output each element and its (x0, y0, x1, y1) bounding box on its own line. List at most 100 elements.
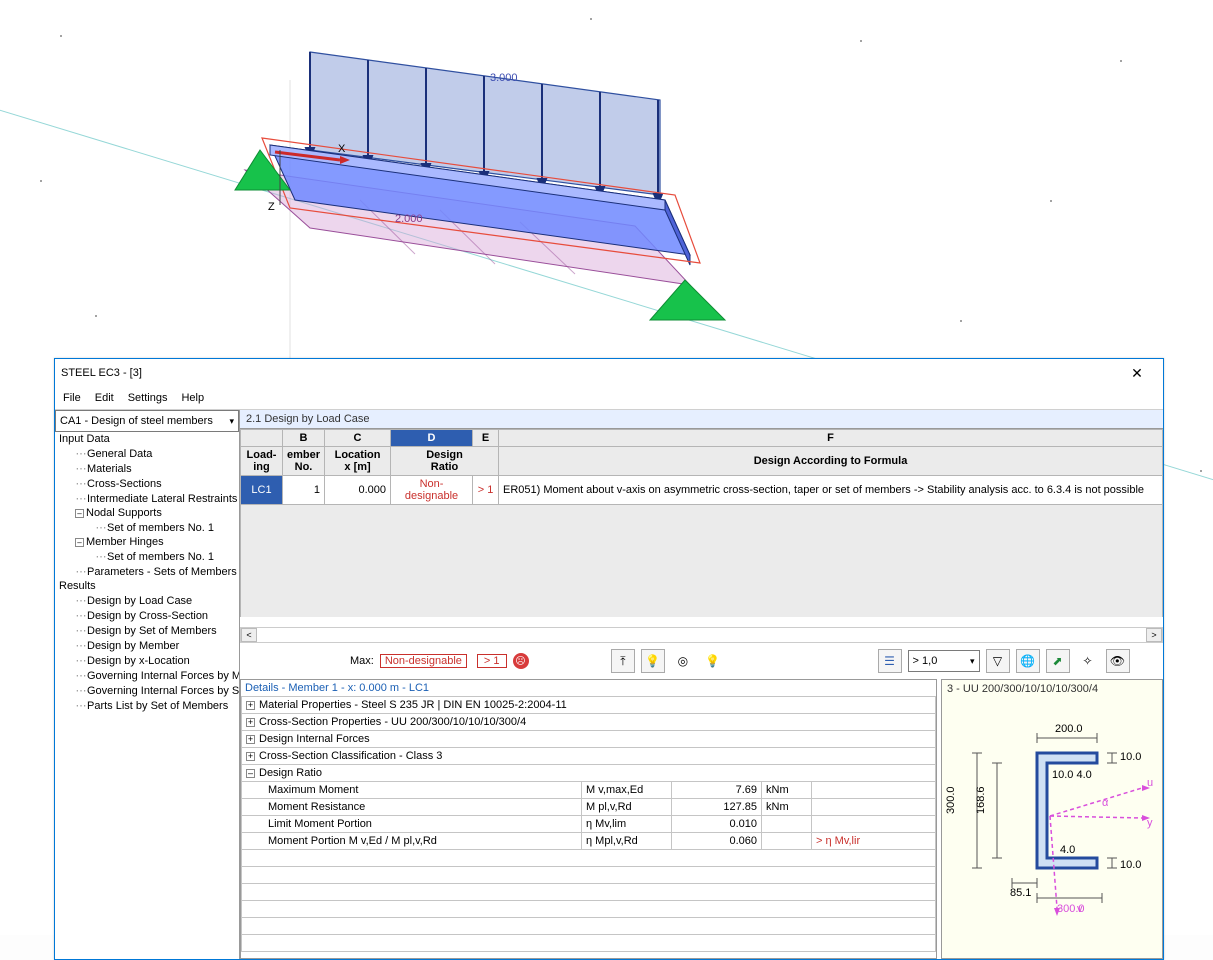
det-row-val[interactable]: Limit Moment Portion η Mv,lim 0.010 (242, 816, 936, 833)
tree-parts-list[interactable]: ⋯Parts List by Set of Members (55, 698, 239, 713)
svg-text:y: y (1147, 817, 1153, 829)
svg-text:v: v (1077, 903, 1083, 915)
tree-design-xlocation[interactable]: ⋯Design by x-Location (55, 653, 239, 668)
details-table[interactable]: +Material Properties - Steel S 235 JR | … (241, 696, 936, 952)
tree-member-hinges[interactable]: –Member Hinges (55, 535, 239, 549)
tree-intermediate-restraints[interactable]: ⋯Intermediate Lateral Restraints (55, 491, 239, 506)
svg-text:10.0 4.0: 10.0 4.0 (1052, 769, 1092, 781)
tool-bulb-off[interactable]: 💡 (641, 649, 665, 673)
tool-export-icon[interactable]: ⬈ (1046, 649, 1070, 673)
det-row-dif[interactable]: +Design Internal Forces (242, 731, 936, 748)
svg-text:85.1: 85.1 (1010, 887, 1031, 899)
result-table[interactable]: B C D E F Load- ing ember No. Location x… (240, 429, 1163, 627)
menu-file[interactable]: File (63, 392, 81, 404)
menu-settings[interactable]: Settings (128, 392, 168, 404)
col-F[interactable]: F (499, 430, 1163, 447)
case-combo-value: CA1 - Design of steel members (60, 415, 213, 427)
cell-formula: ER051) Moment about v-axis on asymmetric… (499, 476, 1163, 505)
hdr-formula: Design According to Formula (499, 447, 1163, 476)
tree-design-member[interactable]: ⋯Design by Member (55, 638, 239, 653)
det-row-val[interactable]: Moment Portion M v,Ed / M pl,v,Rd η Mpl,… (242, 833, 936, 850)
case-combo[interactable]: CA1 - Design of steel members ▾ (55, 410, 239, 432)
nav-tree[interactable]: Input Data ⋯General Data ⋯Materials ⋯Cro… (55, 432, 239, 959)
cell-member: 1 (283, 476, 325, 505)
det-row-val[interactable]: Moment Resistance M pl,v,Rd 127.85 kNm (242, 799, 936, 816)
cross-section-diagram: 200.0 300.0 168.6 300.0 85.1 10.0 10.0 1… (942, 698, 1162, 928)
svg-text:u: u (1147, 777, 1153, 789)
scroll-left-arrow[interactable]: < (241, 628, 257, 642)
ratio-filter-value: > 1,0 (913, 655, 938, 667)
svg-text:10.0: 10.0 (1120, 859, 1141, 871)
col-E[interactable]: E (473, 430, 499, 447)
tool-eye-icon[interactable]: 👁 (1106, 649, 1130, 673)
section-title: 3 - UU 200/300/10/10/10/300/4 (942, 680, 1162, 698)
col-C[interactable]: C (325, 430, 391, 447)
max-value: Non-designable (380, 654, 467, 668)
det-row-material[interactable]: +Material Properties - Steel S 235 JR | … (242, 697, 936, 714)
result-toolbar: Max: Non-designable > 1 ☹ ⤒ 💡 ◎ 💡 ☰ > 1,… (240, 643, 1163, 679)
details-panel[interactable]: Details - Member 1 - x: 0.000 m - LC1 +M… (240, 679, 937, 959)
tree-input-data[interactable]: Input Data (55, 432, 239, 446)
chevron-down-icon: ▾ (970, 656, 975, 667)
steel-ec3-window: STEEL EC3 - [3] ✕ File Edit Settings Hel… (54, 358, 1164, 960)
cell-location: 0.000 (325, 476, 391, 505)
tool-bulb-2[interactable]: 💡 (701, 649, 725, 673)
svg-text:10.0: 10.0 (1120, 751, 1141, 763)
menu-edit[interactable]: Edit (95, 392, 114, 404)
svg-text:Z: Z (268, 201, 275, 213)
details-title: Details - Member 1 - x: 0.000 m - LC1 (241, 680, 936, 696)
col-B[interactable]: B (283, 430, 325, 447)
svg-text:200.0: 200.0 (1055, 723, 1083, 735)
titlebar[interactable]: STEEL EC3 - [3] ✕ (55, 359, 1163, 387)
cell-gt1: > 1 (473, 476, 499, 505)
svg-text:X: X (338, 143, 346, 155)
tree-nodal-set1[interactable]: ⋯Set of members No. 1 (55, 520, 239, 535)
ratio-filter-combo[interactable]: > 1,0 ▾ (908, 650, 980, 672)
col-D[interactable]: D (391, 430, 473, 447)
tree-gov-s[interactable]: ⋯Governing Internal Forces by S (55, 683, 239, 698)
svg-text:168.6: 168.6 (975, 786, 987, 814)
h-scrollbar[interactable]: < > (240, 627, 1163, 643)
tree-design-crosssection[interactable]: ⋯Design by Cross-Section (55, 608, 239, 623)
tree-general[interactable]: ⋯General Data (55, 446, 239, 461)
max-label: Max: (350, 655, 374, 667)
section-title: 2.1 Design by Load Case (240, 410, 1163, 429)
det-row-cs[interactable]: +Cross-Section Properties - UU 200/300/1… (242, 714, 936, 731)
max-gt1: > 1 (477, 654, 507, 668)
chevron-down-icon: ▾ (229, 416, 234, 427)
hdr-location: Location x [m] (325, 447, 391, 476)
tree-hinges-set1[interactable]: ⋯Set of members No. 1 (55, 549, 239, 564)
svg-text:α: α (1102, 797, 1109, 809)
det-row-csc[interactable]: +Cross-Section Classification - Class 3 (242, 748, 936, 765)
window-title: STEEL EC3 - [3] (61, 367, 142, 379)
svg-text:4.0: 4.0 (1060, 844, 1075, 856)
tree-materials[interactable]: ⋯Materials (55, 461, 239, 476)
tree-gov-m[interactable]: ⋯Governing Internal Forces by M (55, 668, 239, 683)
tool-funnel-icon[interactable]: ▽ (986, 649, 1010, 673)
tool-circle-1[interactable]: ◎ (671, 649, 695, 673)
section-preview-panel[interactable]: 3 - UU 200/300/10/10/10/300/4 (941, 679, 1163, 959)
scroll-right-arrow[interactable]: > (1146, 628, 1162, 642)
tree-nodal-supports[interactable]: –Nodal Supports (55, 506, 239, 520)
det-row-val[interactable]: Maximum Moment M v,max,Ed 7.69 kNm (242, 782, 936, 799)
tree-parameters[interactable]: ⋯Parameters - Sets of Members (55, 564, 239, 579)
tree-results[interactable]: Results (55, 579, 239, 593)
cell-loading: LC1 (241, 476, 283, 505)
tree-cross-sections[interactable]: ⋯Cross-Sections (55, 476, 239, 491)
tool-filter-1[interactable]: ⤒ (611, 649, 635, 673)
tree-design-set[interactable]: ⋯Design by Set of Members (55, 623, 239, 638)
tree-design-loadcase[interactable]: ⋯Design by Load Case (55, 593, 239, 608)
menubar: File Edit Settings Help (55, 387, 1163, 409)
close-button[interactable]: ✕ (1117, 362, 1157, 384)
det-row-dr[interactable]: –Design Ratio (242, 765, 936, 782)
menu-help[interactable]: Help (181, 392, 204, 404)
tool-globe-icon[interactable]: 🌐 (1016, 649, 1040, 673)
tool-extra-icon[interactable]: ✧ (1076, 649, 1100, 673)
surface-value-label: 2.000 (395, 213, 423, 225)
tool-list-icon[interactable]: ☰ (878, 649, 902, 673)
table-row[interactable]: LC1 1 0.000 Non-designable > 1 ER051) Mo… (241, 476, 1163, 505)
navigation-panel: CA1 - Design of steel members ▾ Input Da… (55, 410, 240, 959)
error-face-icon: ☹ (513, 653, 529, 669)
cell-ratio: Non-designable (391, 476, 473, 505)
hdr-ratio: Design Ratio (391, 447, 499, 476)
